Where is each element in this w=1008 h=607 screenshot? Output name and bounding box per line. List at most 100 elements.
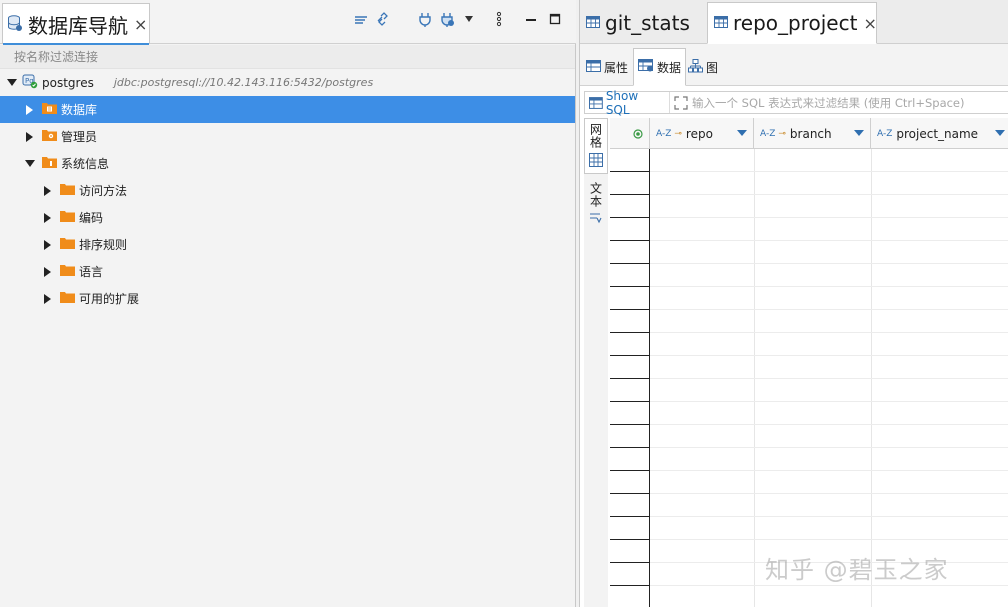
table-row[interactable]: [650, 448, 1008, 471]
subtab-label: 属性: [604, 60, 629, 75]
row-number-cell[interactable]: [610, 172, 649, 195]
table-row[interactable]: [650, 149, 1008, 172]
maximize-icon[interactable]: [544, 8, 566, 30]
row-number-cell[interactable]: [610, 379, 649, 402]
table-row[interactable]: [650, 218, 1008, 241]
column-header-project-name[interactable]: A-Z project_name: [871, 118, 1008, 149]
row-number-cell[interactable]: [610, 241, 649, 264]
table-row[interactable]: [650, 172, 1008, 195]
column-sort-icon[interactable]: [737, 130, 747, 136]
link-editor-icon[interactable]: [372, 8, 394, 30]
row-number-cell[interactable]: [610, 471, 649, 494]
view-menu-icon[interactable]: [488, 8, 510, 30]
show-sql-button[interactable]: Show SQL: [585, 89, 670, 117]
tree-label-languages: 语言: [79, 265, 104, 279]
row-number-cell[interactable]: [610, 563, 649, 586]
table-row[interactable]: [650, 333, 1008, 356]
table-row[interactable]: [650, 540, 1008, 563]
collapse-all-icon[interactable]: [350, 8, 372, 30]
select-all-cell[interactable]: [610, 118, 650, 149]
tab-label: git_stats: [605, 11, 690, 35]
text-view-tab[interactable]: 文本: [584, 178, 608, 230]
subtab-data[interactable]: 数据: [633, 48, 687, 86]
collapsed-arrow-icon[interactable]: [42, 293, 54, 305]
collapsed-arrow-icon[interactable]: [42, 266, 54, 278]
tab-label: repo_project: [733, 11, 858, 35]
collapsed-arrow-icon[interactable]: [24, 131, 36, 143]
subtab-diagram[interactable]: 图: [684, 48, 722, 86]
row-number-cell[interactable]: [610, 218, 649, 241]
sql-filter-input[interactable]: [692, 95, 1008, 110]
system-info-folder-icon: [42, 156, 57, 171]
table-row[interactable]: [650, 494, 1008, 517]
row-number-cell[interactable]: [610, 425, 649, 448]
table-row[interactable]: [650, 195, 1008, 218]
row-number-cell[interactable]: [610, 264, 649, 287]
tab-repo-project[interactable]: repo_project ×: [707, 2, 877, 44]
row-number-cell[interactable]: [610, 310, 649, 333]
tab-git-stats[interactable]: git_stats: [580, 2, 706, 44]
row-number-cell[interactable]: [610, 494, 649, 517]
editor-panel: git_stats repo_project × 属性 数据 图 Show SQ…: [579, 0, 1008, 607]
column-header-repo[interactable]: A-Z ⊸ repo: [650, 118, 754, 149]
table-row[interactable]: [650, 264, 1008, 287]
dropdown-arrow-icon[interactable]: [458, 8, 480, 30]
tree-label-encodings: 编码: [79, 211, 104, 225]
collapsed-arrow-icon[interactable]: [42, 212, 54, 224]
connect-icon[interactable]: [414, 8, 436, 30]
tree-node-administer[interactable]: 管理员: [0, 123, 575, 150]
table-row[interactable]: [650, 241, 1008, 264]
row-number-cell[interactable]: [610, 333, 649, 356]
row-selector-icon: [633, 128, 643, 139]
table-row[interactable]: [650, 517, 1008, 540]
table-row[interactable]: [650, 310, 1008, 333]
tree-node-collations[interactable]: 排序规则: [0, 231, 575, 258]
column-type-tag: A-Z: [760, 128, 776, 139]
tree-node-databases[interactable]: 数据库: [0, 96, 575, 123]
tree-node-system-info[interactable]: 系统信息: [0, 150, 575, 177]
tree-node-access-methods[interactable]: 访问方法: [0, 177, 575, 204]
close-icon[interactable]: ×: [863, 14, 876, 33]
table-row[interactable]: [650, 425, 1008, 448]
column-sort-icon[interactable]: [854, 130, 864, 136]
row-number-cell[interactable]: [610, 517, 649, 540]
folder-icon: [60, 210, 75, 225]
grid-view-tab[interactable]: 网格: [584, 118, 608, 174]
column-header-branch[interactable]: A-Z ⊸ branch: [754, 118, 871, 149]
expand-filter-icon[interactable]: [674, 95, 688, 110]
administer-folder-icon: [42, 129, 57, 144]
row-number-cell[interactable]: [610, 356, 649, 379]
close-icon[interactable]: ×: [134, 15, 147, 34]
row-number-cell[interactable]: [610, 149, 649, 172]
tree-node-available-extensions[interactable]: 可用的扩展: [0, 285, 575, 312]
collapsed-arrow-icon[interactable]: [42, 185, 54, 197]
expanded-arrow-icon[interactable]: [24, 158, 36, 170]
column-type-tag: A-Z: [877, 128, 893, 139]
column-name: branch: [789, 126, 832, 141]
row-number-cell[interactable]: [610, 287, 649, 310]
row-number-cell[interactable]: [610, 402, 649, 425]
table-row[interactable]: [650, 287, 1008, 310]
row-number-cell[interactable]: [610, 448, 649, 471]
minimize-icon[interactable]: [520, 8, 542, 30]
tree-node-encodings[interactable]: 编码: [0, 204, 575, 231]
tree-node-connection[interactable]: Pg postgres jdbc:postgresql://10.42.143.…: [0, 69, 575, 96]
tree-node-languages[interactable]: 语言: [0, 258, 575, 285]
subtab-properties[interactable]: 属性: [582, 48, 632, 86]
editor-tab-bar: git_stats repo_project ×: [580, 0, 1008, 44]
table-row[interactable]: [650, 379, 1008, 402]
column-sort-icon[interactable]: [995, 130, 1005, 136]
row-number-cell[interactable]: [610, 540, 649, 563]
row-number-cell[interactable]: [610, 195, 649, 218]
collapsed-arrow-icon[interactable]: [42, 239, 54, 251]
databases-folder-icon: [42, 102, 57, 117]
collapsed-arrow-icon[interactable]: [24, 104, 36, 116]
connection-filter-input[interactable]: [14, 49, 534, 64]
navigator-view-tab[interactable]: 数据库导航 ×: [2, 3, 150, 45]
disconnect-icon[interactable]: [436, 8, 458, 30]
table-row[interactable]: [650, 402, 1008, 425]
expanded-arrow-icon[interactable]: [6, 77, 18, 89]
table-row[interactable]: [650, 563, 1008, 586]
table-row[interactable]: [650, 471, 1008, 494]
table-row[interactable]: [650, 356, 1008, 379]
